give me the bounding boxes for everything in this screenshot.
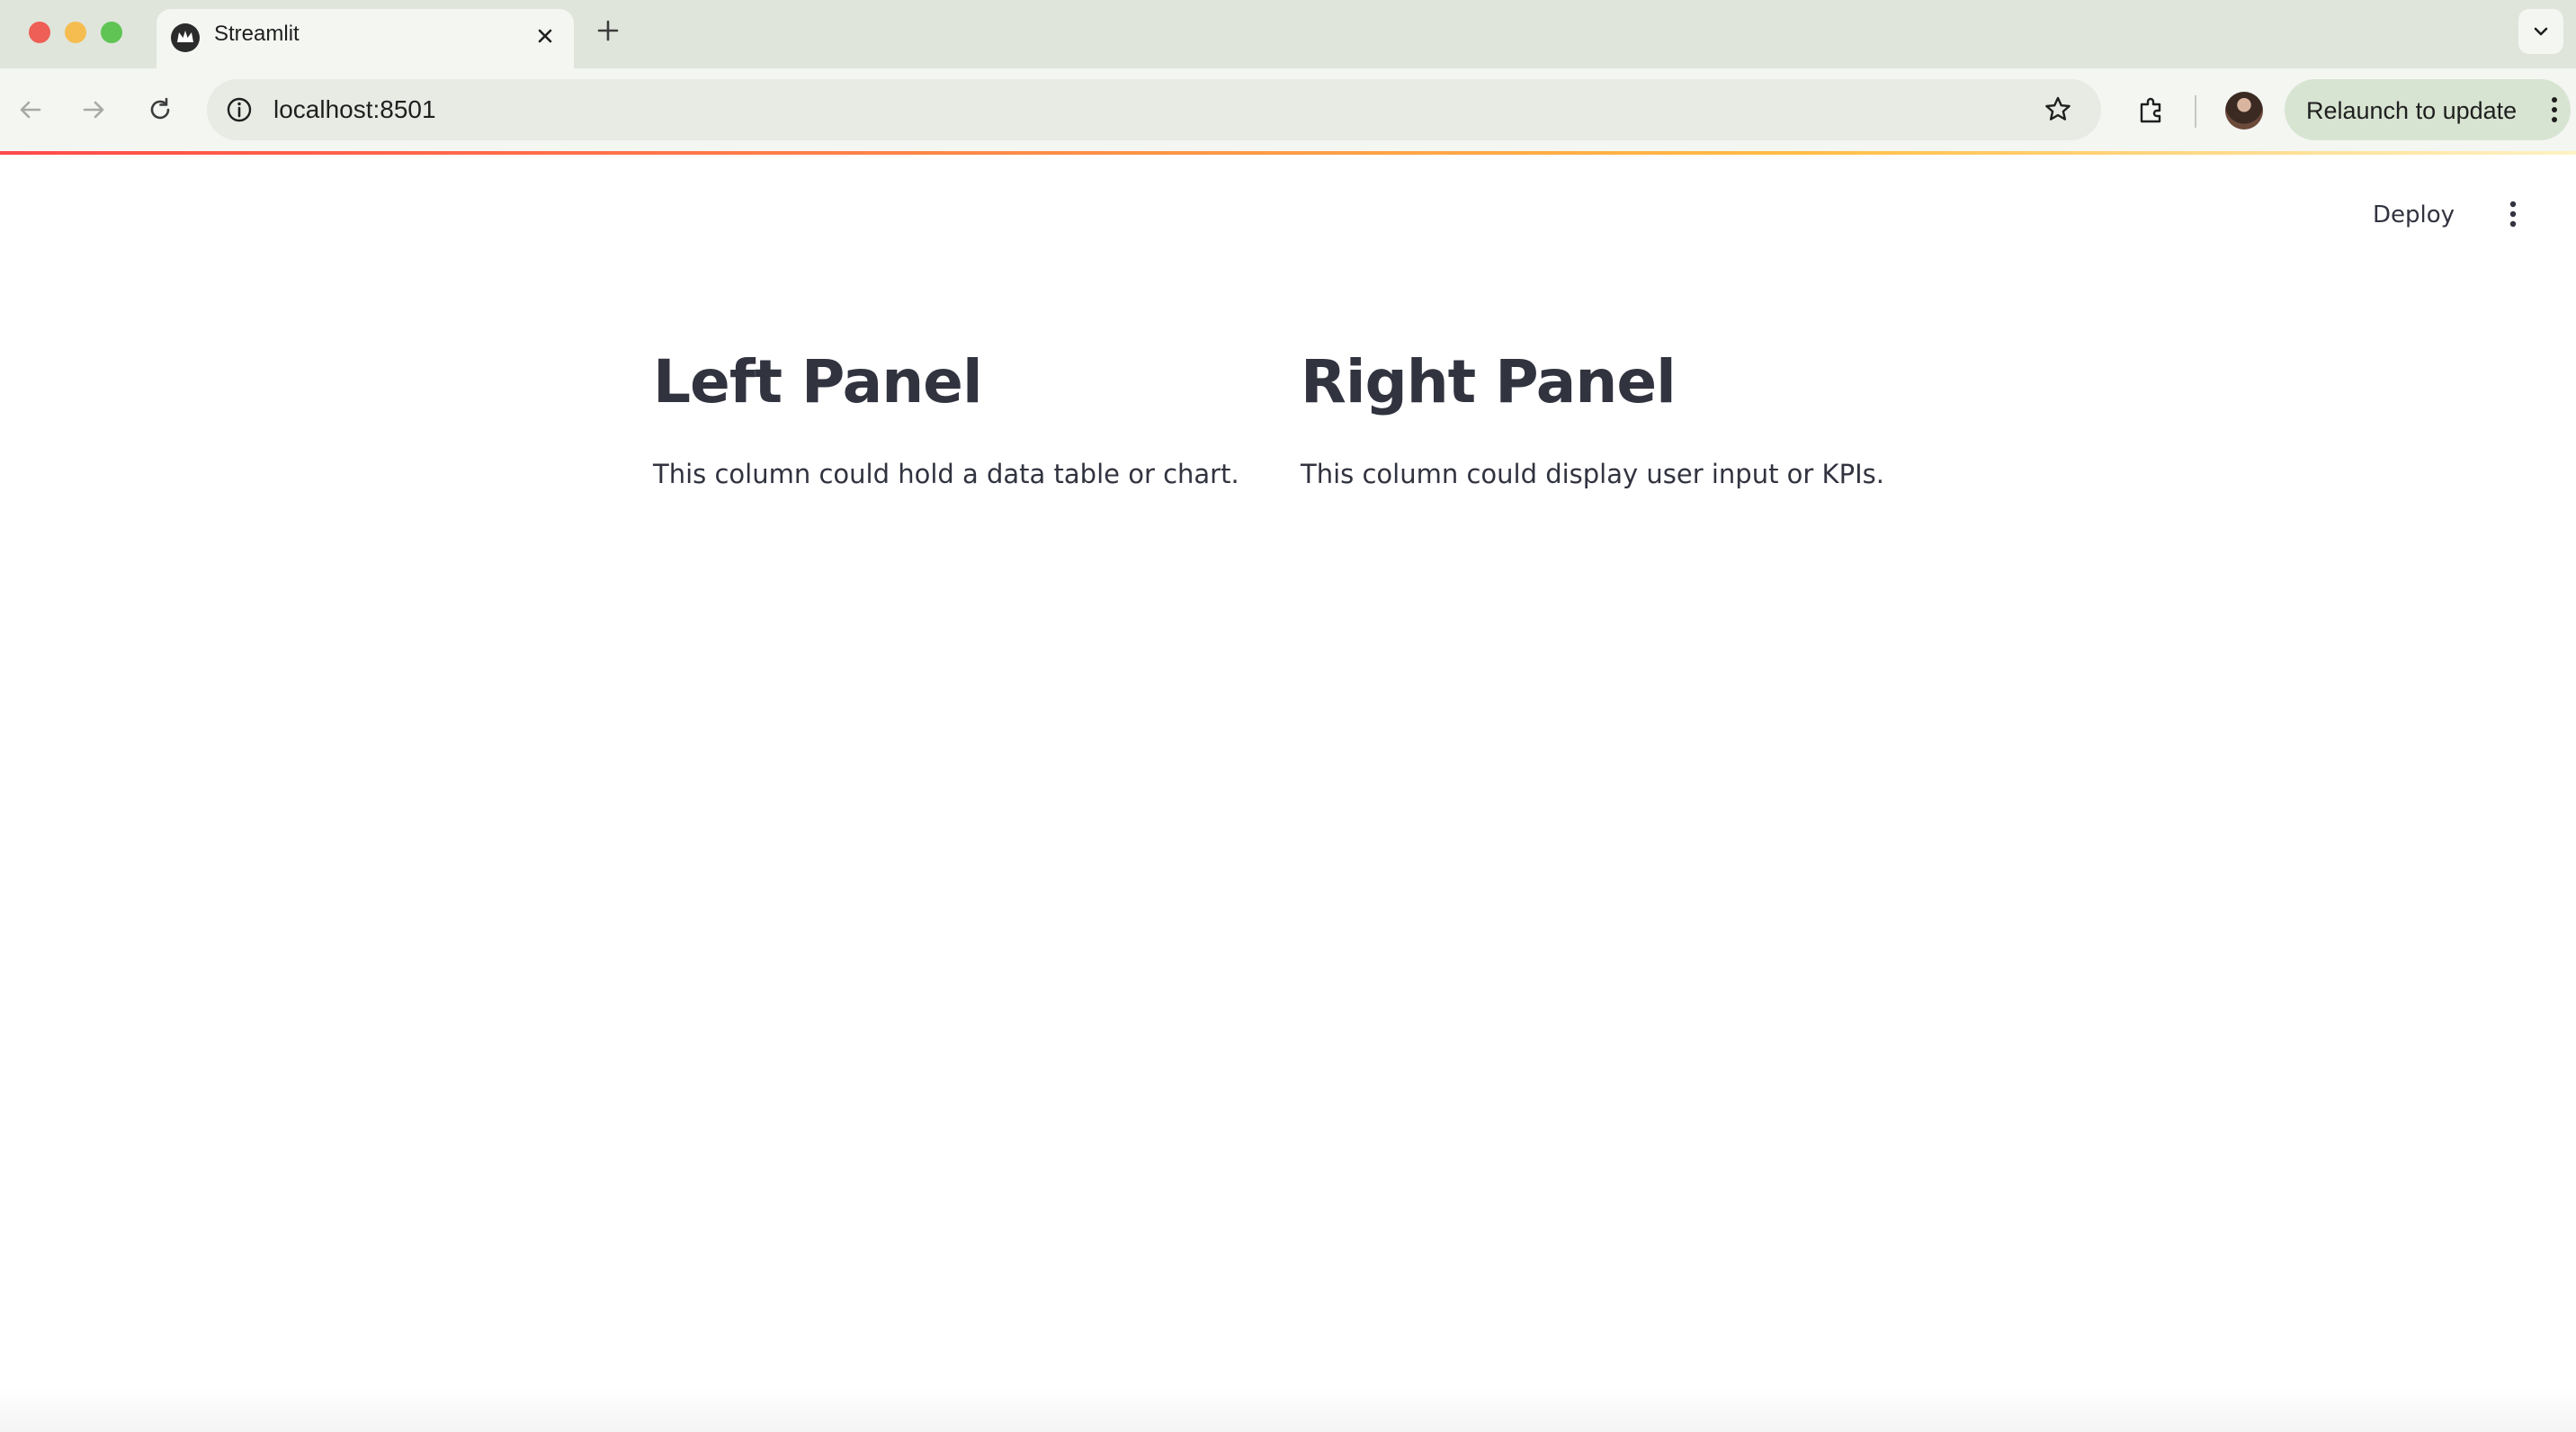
arrow-left-icon	[20, 101, 41, 119]
window-maximize-button[interactable]	[101, 22, 122, 43]
tab-title: Streamlit	[214, 22, 300, 46]
bookmark-star-icon[interactable]	[2042, 94, 2074, 126]
url-text[interactable]: localhost:8501	[273, 95, 436, 124]
reload-button[interactable]	[137, 86, 183, 133]
left-column: Left Panel This column could hold a data…	[653, 347, 1239, 490]
forward-button[interactable]	[70, 86, 117, 133]
relaunch-to-update-button[interactable]: Relaunch to update	[2285, 79, 2571, 140]
browser-tab-strip: Streamlit	[0, 0, 2576, 68]
streamlit-crown-icon	[171, 23, 200, 52]
right-column: Right Panel This column could display us…	[1301, 347, 1884, 490]
new-tab-plus-icon[interactable]	[594, 16, 622, 45]
toolbar-divider	[2195, 95, 2196, 128]
back-button[interactable]	[7, 86, 54, 133]
window-close-button[interactable]	[29, 22, 50, 43]
bottom-shadow	[0, 1387, 2576, 1432]
tab-close-icon[interactable]	[531, 22, 559, 50]
kebab-menu-icon	[2549, 94, 2560, 126]
profile-avatar[interactable]	[2225, 92, 2263, 130]
right-panel-text: This column could display user input or …	[1301, 459, 1884, 489]
deploy-button[interactable]: Deploy	[2373, 201, 2455, 228]
arrow-right-icon	[83, 101, 104, 119]
browser-toolbar: localhost:8501 Relaunch to update	[0, 68, 2576, 153]
main-menu-icon[interactable]	[2499, 196, 2527, 232]
window-minimize-button[interactable]	[65, 22, 86, 43]
site-info-icon[interactable]	[223, 94, 255, 126]
address-bar[interactable]: localhost:8501	[207, 79, 2101, 140]
streamlit-app: Deploy Left Panel This column could hold…	[0, 155, 2576, 1432]
relaunch-label: Relaunch to update	[2306, 97, 2518, 124]
reload-icon	[150, 97, 170, 120]
browser-tab-streamlit[interactable]: Streamlit	[157, 9, 574, 68]
right-panel-heading: Right Panel	[1301, 347, 1677, 416]
left-panel-heading: Left Panel	[653, 347, 983, 416]
extensions-puzzle-icon[interactable]	[2128, 86, 2175, 133]
tab-search-button[interactable]	[2518, 9, 2563, 54]
chevron-down-icon	[2534, 27, 2548, 36]
left-panel-text: This column could hold a data table or c…	[653, 459, 1239, 489]
